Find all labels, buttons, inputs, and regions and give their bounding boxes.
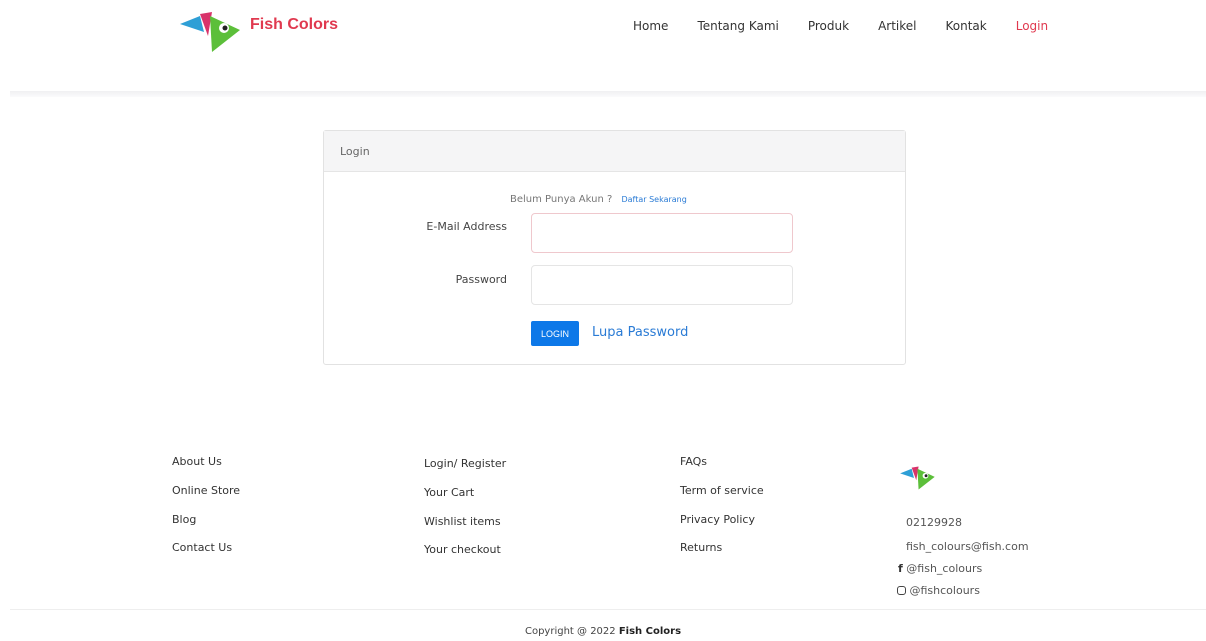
register-prompt-text: Belum Punya Akun ? xyxy=(510,194,613,205)
register-link[interactable]: Daftar Sekarang xyxy=(621,195,686,204)
contact-instagram[interactable]: @fishcolours xyxy=(897,584,980,597)
footer-link-cart[interactable]: Your Cart xyxy=(424,486,474,499)
login-button[interactable]: LOGIN xyxy=(531,321,579,346)
nav-home[interactable]: Home xyxy=(633,19,668,33)
contact-facebook[interactable]: f @fish_colours xyxy=(898,562,982,575)
copyright: Copyright @ 2022 Fish Colors xyxy=(0,626,1206,637)
email-input[interactable] xyxy=(531,213,793,253)
login-card: Login Belum Punya Akun ? Daftar Sekarang… xyxy=(323,130,906,365)
instagram-icon xyxy=(897,586,906,595)
forgot-password-link[interactable]: Lupa Password xyxy=(592,325,688,340)
footer-divider xyxy=(10,609,1206,610)
nav-produk[interactable]: Produk xyxy=(808,19,849,33)
footer-link-returns[interactable]: Returns xyxy=(680,541,722,554)
footer-fish-logo-icon xyxy=(899,465,937,494)
copyright-brand: Fish Colors xyxy=(618,626,682,637)
copyright-text: Copyright @ 2022 xyxy=(524,626,616,637)
facebook-icon: f xyxy=(898,562,903,575)
main-nav: Home Tentang Kami Produk Artikel Kontak … xyxy=(633,19,1048,33)
facebook-handle: @fish_colours xyxy=(906,562,983,575)
header-divider xyxy=(10,91,1206,97)
footer-link-checkout[interactable]: Your checkout xyxy=(424,543,501,556)
email-label: E-Mail Address xyxy=(426,220,507,233)
nav-kontak[interactable]: Kontak xyxy=(946,19,987,33)
nav-login[interactable]: Login xyxy=(1016,19,1048,33)
password-input[interactable] xyxy=(531,265,793,305)
footer-link-wishlist[interactable]: Wishlist items xyxy=(424,515,501,528)
fish-logo-icon[interactable] xyxy=(178,10,244,54)
nav-tentang-kami[interactable]: Tentang Kami xyxy=(697,19,778,33)
contact-phone: 02129928 xyxy=(906,516,962,529)
footer-link-login-register[interactable]: Login/ Register xyxy=(424,457,506,470)
footer-link-contact[interactable]: Contact Us xyxy=(172,541,232,554)
password-label: Password xyxy=(455,273,507,286)
footer-link-blog[interactable]: Blog xyxy=(172,513,196,526)
footer-link-faqs[interactable]: FAQs xyxy=(680,455,707,468)
footer-link-online-store[interactable]: Online Store xyxy=(172,484,240,497)
card-title: Login xyxy=(324,131,905,172)
nav-artikel[interactable]: Artikel xyxy=(878,19,916,33)
instagram-handle: @fishcolours xyxy=(909,584,980,597)
footer-link-terms[interactable]: Term of service xyxy=(680,484,764,497)
footer-link-privacy[interactable]: Privacy Policy xyxy=(680,513,755,526)
footer-link-about[interactable]: About Us xyxy=(172,455,222,468)
contact-email[interactable]: fish_colours@fish.com xyxy=(906,540,1029,553)
brand-name[interactable]: Fish Colors xyxy=(250,16,338,34)
register-prompt: Belum Punya Akun ? Daftar Sekarang xyxy=(510,194,687,205)
site-header: Fish Colors Home Tentang Kami Produk Art… xyxy=(0,0,1206,95)
